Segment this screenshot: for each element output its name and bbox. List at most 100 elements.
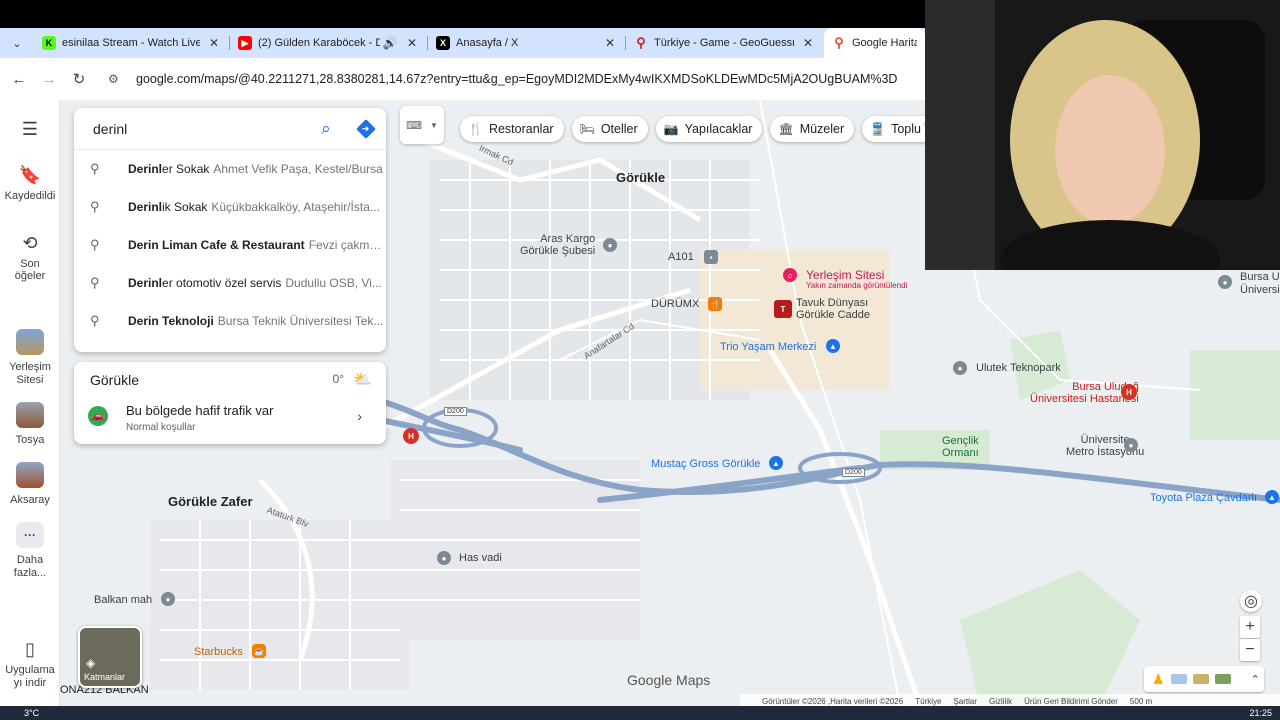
chip-oteller[interactable]: 🛏 Oteller [571,116,648,142]
youtube-icon: ▶ [238,36,252,50]
tab-youtube[interactable]: ▶ (2) Gülden Karaböcek - Dile 🔊 ✕ [230,28,428,58]
menu-button[interactable]: ☰ [0,118,60,144]
area-info-card[interactable]: Görükle 0° ⛅ 🚗 Bu bölgede hafif trafik v… [74,362,386,444]
rail-label: Uygulama yı indir [5,664,55,689]
chip-restoranlar[interactable]: 🍴 Restoranlar [460,116,564,142]
poi-icon[interactable]: ● [603,238,617,252]
search-input[interactable]: derinl ⌕ ➜ [74,108,386,150]
install-app-button[interactable]: ▯ Uygulama yı indir [0,638,60,690]
suggestion-address: Ahmet Vefik Paşa, Kestel/Bursa [213,162,383,176]
suggestion-item[interactable]: ⚲ Derinler otomotiv özel servis Dudullu … [74,264,386,302]
metro-icon[interactable]: ● [1124,438,1138,452]
hospital-icon[interactable]: H [1121,384,1137,400]
shopping-icon[interactable]: ▲ [826,339,840,353]
shop-icon[interactable]: ▪ [704,250,718,264]
label-yerlesim[interactable]: Yerleşim Sitesi [806,268,884,282]
chevron-right-icon[interactable]: › [357,408,362,424]
clock[interactable]: 21:25 [1249,708,1272,718]
chevron-up-icon[interactable]: ⌃ [1251,673,1260,686]
poi-icon[interactable]: ● [161,592,175,606]
imagery-thumb[interactable] [1192,674,1209,684]
close-icon[interactable]: ✕ [404,36,420,50]
label-durumx[interactable]: DÜRÜMX [651,298,699,310]
suggestion-address: Dudullu OSB, Vi... [285,276,382,290]
recent-item-aksaray[interactable]: Aksaray [0,462,60,506]
suggestion-item[interactable]: ⚲ Derinler Sokak Ahmet Vefik Paşa, Keste… [74,150,386,188]
label-balkan[interactable]: Balkan mah [94,594,152,606]
label-starbucks[interactable]: Starbucks [194,646,243,658]
suggestion-item[interactable]: ⚲ Derin Liman Cafe & Restaurant Fevzi ça… [74,226,386,264]
label-ulutek[interactable]: Ulutek Teknopark [976,362,1061,374]
coffee-icon[interactable]: ☕ [252,644,266,658]
more-button[interactable]: ··· Daha fazla... [0,522,60,580]
scale-bar[interactable]: 500 m [1130,697,1152,706]
tab-x[interactable]: X Anasayfa / X ✕ [428,28,626,58]
label-aras-kargo[interactable]: Aras Kargo Görükle Şubesi [520,233,595,257]
recent-item-yerlesim[interactable]: Yerleşim Sitesi [0,329,60,387]
directions-button[interactable]: ➜ [346,118,386,139]
keyboard-icon: ⌨ [406,119,422,132]
zoom-out-button[interactable]: − [1240,639,1260,661]
imagery-thumb[interactable] [1170,674,1187,684]
recent-button[interactable]: ⟲ Son öğeler [0,232,60,283]
site-info-icon[interactable]: ⚙ [108,72,128,86]
label-trio[interactable]: Trio Yaşam Merkezi [720,341,816,353]
suggestion-item[interactable]: ⚲ Derin Teknoloji Bursa Teknik Üniversit… [74,302,386,340]
terms-link[interactable]: Şartlar [953,697,977,706]
rail-label: Son öğeler [14,258,46,282]
poi-icon[interactable]: ● [1218,275,1232,289]
poi-icon[interactable]: ● [953,361,967,375]
my-location-button[interactable]: ◎ [1240,590,1262,612]
tab-google-maps[interactable]: ⚲ Google Haritaları [824,28,925,58]
address-bar[interactable]: ⚙ google.com/maps/@40.2211271,28.8380281… [100,63,916,95]
shopping-icon[interactable]: ▲ [769,456,783,470]
close-icon[interactable]: ✕ [602,36,618,50]
suggestion-address: Fevzi çakma... [308,238,386,252]
tab-geoguessr[interactable]: ⚲ Türkiye - Game - GeoGuessr ✕ [626,28,824,58]
shopping-icon[interactable]: ▲ [1265,490,1279,504]
rail-label: Kaydedildi [4,190,56,202]
input-tools-button[interactable]: ⌨ ▼ [400,106,444,144]
tab-kick[interactable]: K esinilaa Stream - Watch Live on ✕ [34,28,230,58]
label-mustac[interactable]: Mustaç Gross Görükle [651,458,760,470]
left-rail: ☰ 🔖 Kaydedildi ⟲ Son öğeler Yerleşim Sit… [0,100,60,706]
label-bursa-u[interactable]: Bursa U Üniversi [1240,271,1280,297]
bookmark-icon: 🔖 [18,164,42,185]
forward-button[interactable]: → [34,64,64,94]
chip-yapilacaklar[interactable]: 📷 Yapılacaklar [655,116,763,142]
label-has-vadi[interactable]: Has vadi [459,552,502,564]
search-icon[interactable]: ⌕ [306,119,346,139]
home-pin-icon[interactable]: ⌂ [783,268,797,282]
layers-button[interactable]: ◈ Katmanlar [78,626,142,688]
label-gorukle-zafer[interactable]: Görükle Zafer [168,494,253,509]
region-link[interactable]: Türkiye [915,697,941,706]
label-genclik[interactable]: Gençlik Ormanı [942,435,979,459]
label-toyota[interactable]: Toyota Plaza Çavdarlı [1150,492,1257,504]
tavuk-dunyasi-logo[interactable]: T [774,300,792,318]
suggestion-item[interactable]: ⚲ Derinlik Sokak Küçükbakkalköy, Ataşehi… [74,188,386,226]
recent-item-tosya[interactable]: Tosya [0,402,60,446]
privacy-link[interactable]: Gizlilik [989,697,1012,706]
poi-icon[interactable]: ● [437,551,451,565]
reload-button[interactable]: ↻ [64,64,94,94]
speaker-icon[interactable]: 🔊 [382,36,398,50]
label-a101[interactable]: A101 [668,251,694,263]
restaurant-icon[interactable]: 🍴 [708,297,722,311]
close-icon[interactable]: ✕ [206,36,222,50]
back-button[interactable]: ← [4,64,34,94]
pegman-icon[interactable]: ♟ [1152,671,1165,688]
weather-widget[interactable]: 3°C [24,708,39,718]
label-gorukle[interactable]: Görükle [616,170,665,185]
chip-muzeler[interactable]: 🏛 Müzeler [770,116,855,142]
hospital-icon[interactable]: H [403,428,419,444]
tab-search-button[interactable]: ⌄ [0,28,34,58]
imagery-thumb[interactable] [1214,674,1231,684]
zoom-in-button[interactable]: + [1240,616,1260,638]
suggestion-rest: er otomotiv özel servis [162,276,282,290]
label-tavuk-dunyasi[interactable]: Tavuk Dünyası Görükle Cadde [796,297,870,321]
traffic-sub: Normal koşullar [126,422,196,433]
close-icon[interactable]: ✕ [800,36,816,50]
saved-button[interactable]: 🔖 Kaydedildi [0,164,60,203]
feedback-link[interactable]: Ürün Geri Bildirimi Gönder [1024,697,1118,706]
tab-title: Türkiye - Game - GeoGuessr [654,37,794,49]
